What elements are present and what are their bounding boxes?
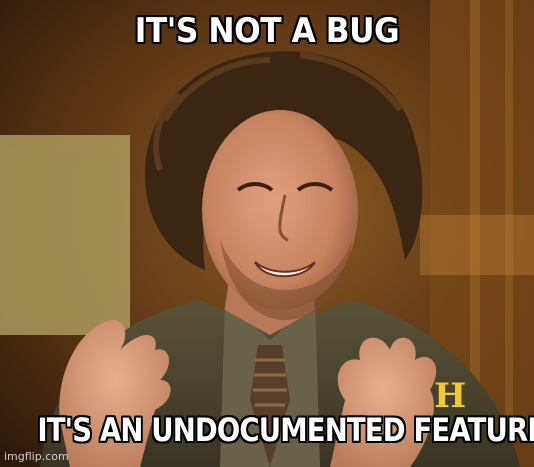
- top-caption: IT'S NOT A BUG: [134, 11, 400, 51]
- channel-logo-letter: H: [433, 376, 467, 416]
- watermark: imgflip.com: [4, 450, 69, 463]
- shelf-glow: [420, 215, 534, 275]
- wall-frame-inner: [8, 150, 118, 320]
- channel-logo: H: [430, 376, 470, 416]
- meme-image: H IT'S NOT A BUG IT'S AN UNDOCUMENTED FE…: [0, 0, 534, 467]
- bottom-caption: IT'S AN UNDOCUMENTED FEATURE: [37, 411, 534, 449]
